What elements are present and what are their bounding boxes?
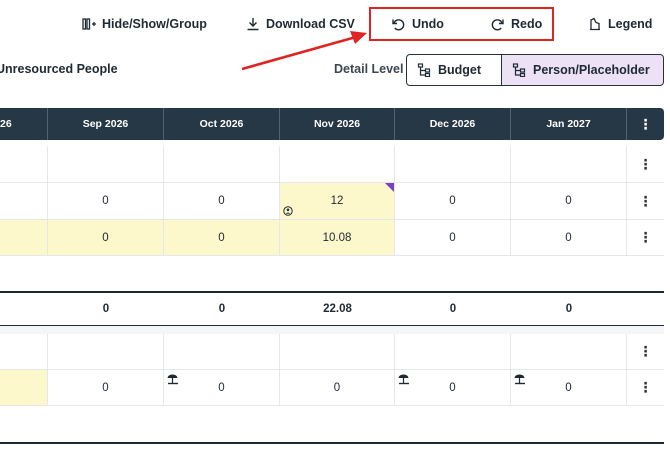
detail-person-placeholder-label: Person/Placeholder — [533, 63, 650, 77]
row-kebab-menu[interactable]: ⋮ — [627, 183, 664, 219]
grid-cell[interactable]: 0 — [395, 220, 511, 255]
grid-cell[interactable] — [0, 183, 48, 219]
grid-cell[interactable]: 0 — [511, 220, 627, 255]
grid-cell-highlighted[interactable]: 12 — [280, 183, 395, 219]
table-row: ⋮ — [0, 334, 664, 370]
grid-cell[interactable]: 0 — [164, 220, 280, 255]
row-kebab-menu[interactable]: ⋮ — [627, 146, 664, 182]
column-header-aug-2026[interactable]: 26 — [0, 108, 48, 140]
hide-show-group-button[interactable]: Hide/Show/Group — [82, 14, 207, 34]
grid-header: 26 Sep 2026 Oct 2026 Nov 2026 Dec 2026 J… — [0, 108, 664, 140]
total-cell — [0, 293, 48, 325]
grid-cell-value: 12 — [330, 195, 344, 207]
grid-cell[interactable] — [0, 370, 48, 405]
total-cell: 0 — [218, 303, 226, 315]
total-cell — [0, 444, 48, 460]
grid-cell[interactable] — [0, 334, 48, 369]
table-row: 0 0 10.08 0 0 ⋮ — [0, 220, 664, 256]
grid-cell[interactable] — [511, 146, 627, 182]
total-cell: 0 — [565, 303, 573, 315]
table-row: ⋮ — [0, 146, 664, 183]
detail-budget-label: Budget — [438, 63, 482, 77]
total-cell: 0 — [395, 444, 511, 460]
detail-level-label: Detail Level — [334, 62, 404, 76]
table-row: 0 0 12 0 0 ⋮ — [0, 183, 664, 220]
toolbar: Hide/Show/Group Download CSV Undo Redo L… — [0, 0, 670, 48]
grid-cell[interactable]: 0 — [395, 370, 511, 405]
column-header-dec-2026[interactable]: Dec 2026 — [395, 108, 511, 140]
grid-cell[interactable]: 0 — [280, 370, 395, 405]
grid-cell[interactable] — [0, 146, 48, 182]
download-csv-label: Download CSV — [266, 17, 355, 31]
total-row: 0 0 0 0 0 — [0, 442, 664, 460]
download-csv-button[interactable]: Download CSV — [246, 14, 355, 34]
total-cell: 0 — [280, 444, 395, 460]
grid-cell[interactable]: 10.08 — [280, 220, 395, 255]
detail-budget-option[interactable]: Budget — [406, 54, 502, 86]
columns-plus-icon — [82, 18, 96, 30]
legend-button[interactable]: Legend — [588, 14, 652, 34]
grid-cell[interactable] — [48, 146, 164, 182]
grid-cell[interactable] — [395, 146, 511, 182]
grid-cell[interactable]: 0 — [164, 370, 280, 405]
hide-show-group-label: Hide/Show/Group — [102, 17, 207, 31]
total-cell: 0 — [102, 303, 110, 315]
row-kebab-menu[interactable]: ⋮ — [627, 220, 664, 255]
grid-cell[interactable]: 0 — [164, 183, 280, 219]
beach-umbrella-icon — [514, 374, 525, 385]
grid-cell-value: 0 — [218, 381, 225, 394]
grid-cell[interactable]: 0 — [395, 183, 511, 219]
header-kebab-menu[interactable]: ⋮ — [627, 108, 664, 140]
undo-redo-highlight-box — [369, 7, 554, 41]
hierarchy-icon — [417, 63, 431, 77]
hierarchy-icon — [512, 63, 526, 77]
row-kebab-menu[interactable]: ⋮ — [627, 370, 664, 405]
group-separator — [0, 326, 664, 334]
column-header-jan-2027[interactable]: Jan 2027 — [511, 108, 627, 140]
grid-cell[interactable] — [395, 334, 511, 369]
grid-cell-value: 0 — [565, 381, 572, 394]
total-cell: 22.08 — [323, 303, 352, 315]
grid-cell[interactable] — [511, 334, 627, 369]
grid-cell[interactable] — [280, 334, 395, 369]
grid-cell[interactable]: 0 — [48, 183, 164, 219]
beach-umbrella-icon — [398, 374, 409, 385]
grid-cell[interactable]: 0 — [511, 183, 627, 219]
table-row: 0 0 0 0 0 ⋮ — [0, 370, 664, 406]
detail-person-placeholder-option[interactable]: Person/Placeholder — [501, 54, 664, 86]
total-cell: 0 — [164, 444, 280, 460]
unresourced-people-link[interactable]: Unresourced People — [0, 62, 118, 76]
table-row — [0, 256, 664, 291]
column-header-sep-2026[interactable]: Sep 2026 — [48, 108, 164, 140]
grid-cell[interactable] — [280, 146, 395, 182]
column-header-nov-2026[interactable]: Nov 2026 — [280, 108, 395, 140]
grid-cell[interactable]: 0 — [48, 220, 164, 255]
grid-cell[interactable] — [48, 334, 164, 369]
grid-cell-value: 0 — [449, 381, 456, 394]
grid-cell[interactable]: 0 — [48, 370, 164, 405]
grid-cell[interactable]: 0 — [511, 370, 627, 405]
total-cell: 0 — [511, 444, 627, 460]
total-cell: 0 — [48, 444, 164, 460]
total-cell: 0 — [449, 303, 457, 315]
column-header-oct-2026[interactable]: Oct 2026 — [164, 108, 280, 140]
legend-icon — [590, 17, 600, 31]
sub-toolbar: Unresourced People Detail Level Budget P… — [0, 52, 670, 88]
grid-cell[interactable] — [0, 220, 48, 255]
corner-flag-icon — [385, 183, 394, 192]
grid-cell[interactable] — [164, 334, 280, 369]
total-row: 0 0 22.08 0 0 — [0, 291, 664, 326]
grid-cell[interactable] — [164, 146, 280, 182]
person-marker-icon — [283, 206, 293, 216]
beach-umbrella-icon — [167, 374, 178, 385]
download-icon — [247, 18, 259, 31]
row-kebab-menu[interactable]: ⋮ — [627, 334, 664, 369]
legend-label: Legend — [608, 17, 653, 31]
table-row — [0, 406, 664, 442]
